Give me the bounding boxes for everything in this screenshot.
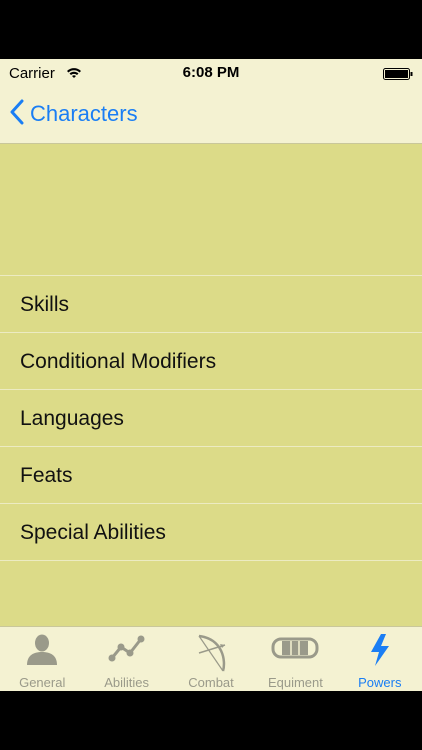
tab-label: Powers [358,675,402,690]
bottom-letterbox [0,691,422,750]
list-item-label: Conditional Modifiers [20,349,217,373]
person-icon [24,633,60,668]
navigation-bar: Carrier 6:08 PM Characters [0,59,422,144]
lightning-icon [369,633,391,670]
tab-label: Combat [188,675,234,690]
bow-icon [193,633,229,676]
tab-bar: General Abilities Combat Equiment Powers [0,626,422,691]
tab-label: General [19,675,66,690]
back-button-label: Characters [30,101,138,126]
list-item-label: Skills [20,292,70,316]
menu-list: Skills Conditional Modifiers Languages F… [0,144,422,561]
tab-equiment[interactable]: Equiment [253,627,337,691]
list-item-skills[interactable]: Skills [0,276,422,333]
chevron-left-icon [10,99,24,130]
app-screen: Carrier 6:08 PM Characters Skills Condit… [0,59,422,691]
list-item-label: Special Abilities [20,520,166,544]
status-bar: Carrier 6:08 PM [0,59,422,87]
list-item-conditional-modifiers[interactable]: Conditional Modifiers [0,333,422,390]
list-item-label: Languages [20,406,124,430]
list-item-special-abilities[interactable]: Special Abilities [0,504,422,561]
tab-powers[interactable]: Powers [338,627,422,691]
top-letterbox [0,0,422,59]
back-button[interactable]: Characters [10,98,138,130]
tab-combat[interactable]: Combat [169,627,253,691]
armor-icon [271,633,319,666]
list-header-space [0,144,422,276]
tab-general[interactable]: General [0,627,84,691]
tab-label: Equiment [267,675,323,690]
list-item-languages[interactable]: Languages [0,390,422,447]
clock-label: 6:08 PM [182,64,240,81]
tab-label: Abilities [104,675,149,690]
tab-abilities[interactable]: Abilities [84,627,168,691]
graph-icon [108,633,146,666]
battery-icon [383,67,413,80]
list-item-feats[interactable]: Feats [0,447,422,504]
list-item-label: Feats [20,463,73,487]
